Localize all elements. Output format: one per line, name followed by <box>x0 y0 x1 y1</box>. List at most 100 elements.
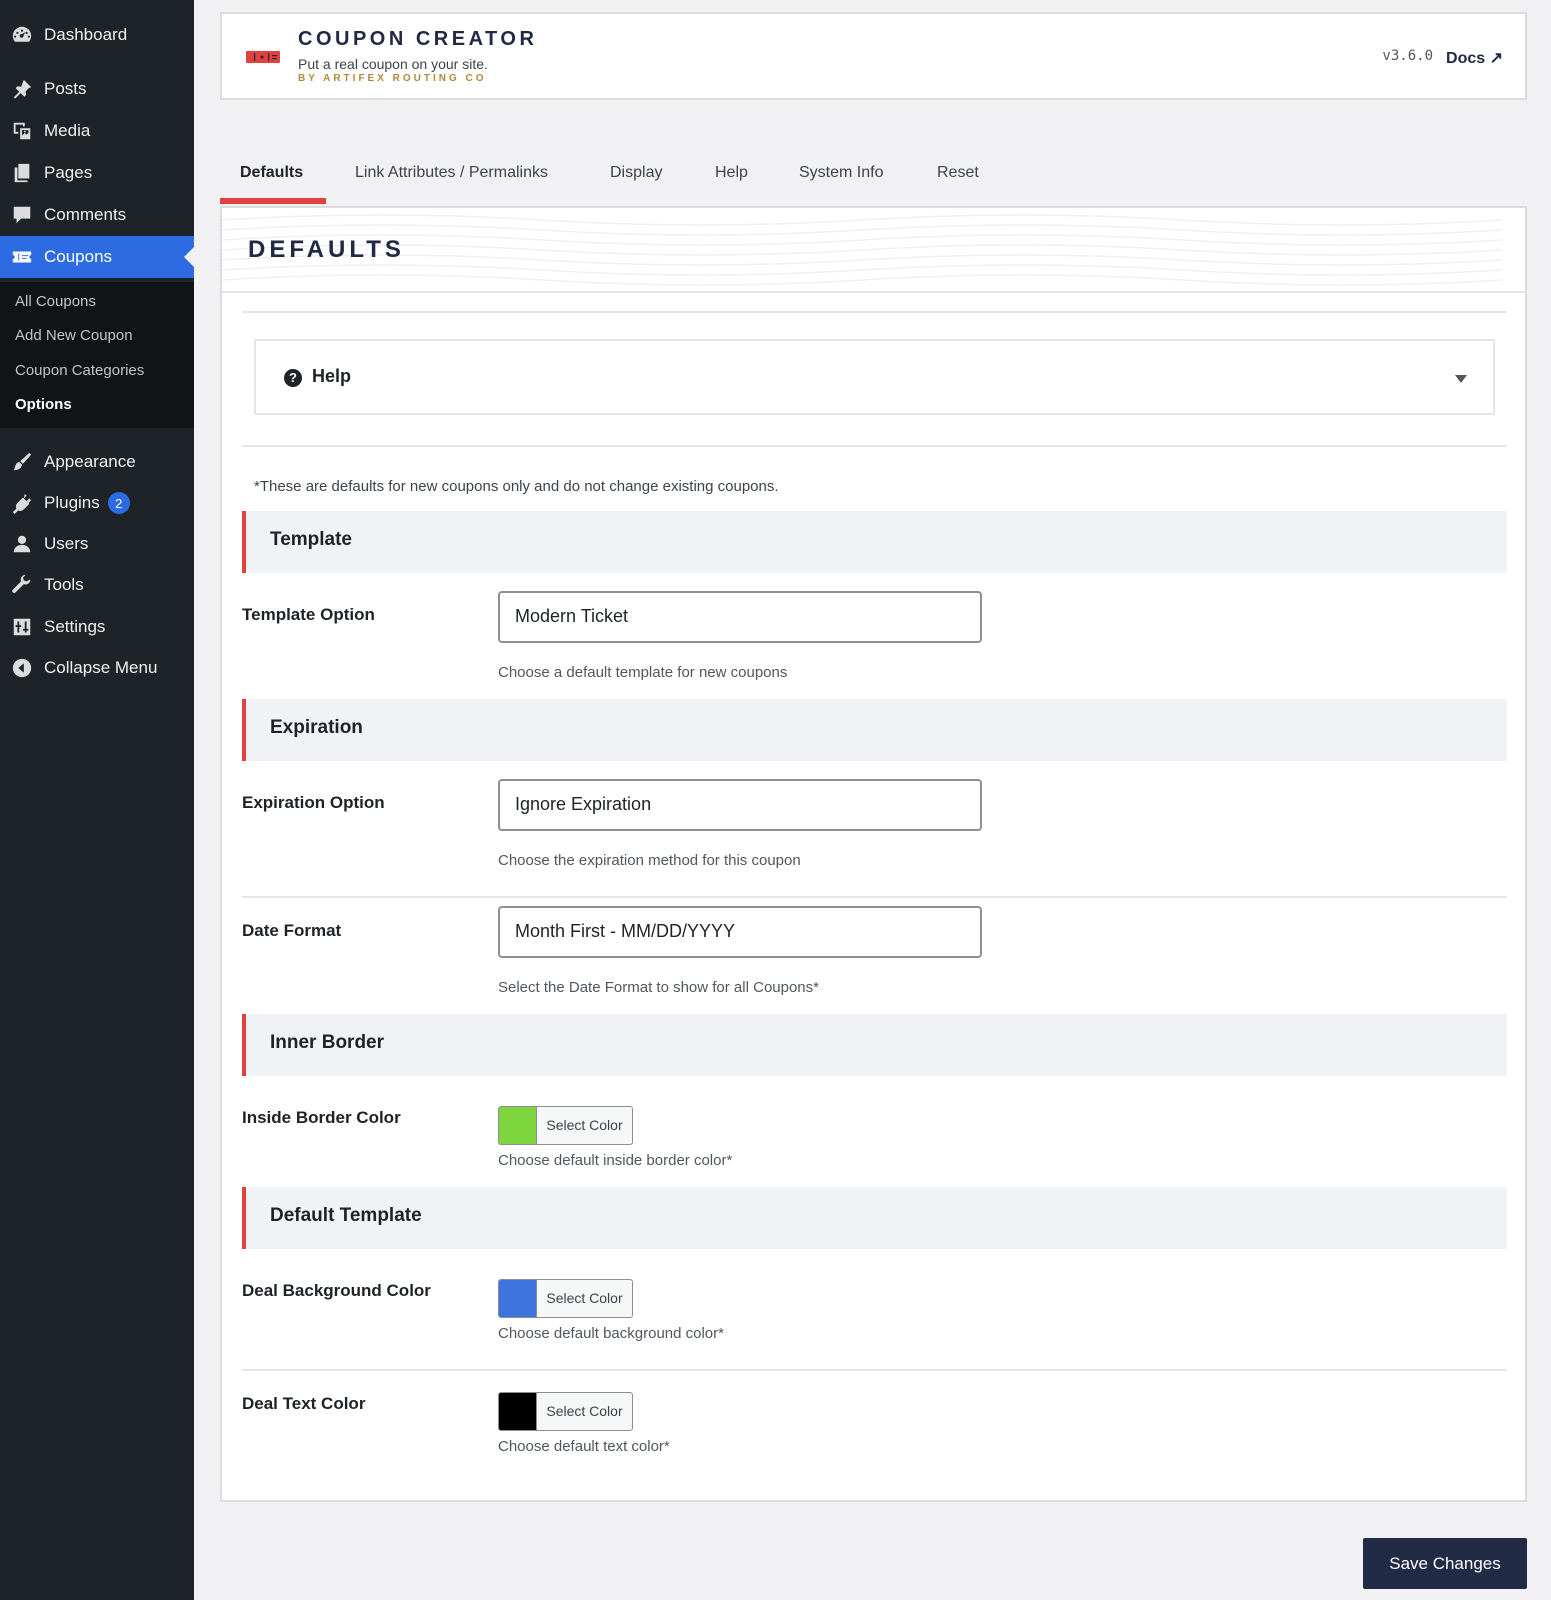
ticket-icon <box>10 245 34 269</box>
submenu-coupon-categories[interactable]: Coupon Categories <box>15 362 144 379</box>
plugins-update-badge: 2 <box>107 492 130 514</box>
deal-background-color-label: Deal Background Color <box>242 1281 431 1300</box>
docs-link[interactable]: Docs ↗ <box>1446 48 1503 68</box>
divider <box>242 445 1507 447</box>
sidebar-item-label: Appearance <box>44 452 136 471</box>
select-color-label: Select Color <box>546 1290 623 1306</box>
submenu-add-new-coupon[interactable]: Add New Coupon <box>15 327 133 344</box>
sidebar-item-settings[interactable]: Settings <box>0 610 194 644</box>
wave-pattern-decoration <box>222 214 1503 286</box>
sidebar-item-appearance[interactable]: Appearance <box>0 445 194 479</box>
defaults-note: *These are defaults for new coupons only… <box>254 478 779 495</box>
wrench-icon <box>10 573 34 597</box>
date-format-label: Date Format <box>242 921 342 940</box>
sidebar-item-label: Tools <box>44 575 84 594</box>
sidebar-item-label: Comments <box>44 205 127 224</box>
collapse-icon <box>10 656 34 680</box>
sidebar-item-tools[interactable]: Tools <box>0 568 194 602</box>
sidebar-item-label: Media <box>44 121 91 140</box>
section-banner: DEFAULTS <box>222 208 1525 293</box>
brand-title: COUPON CREATOR <box>298 28 538 50</box>
help-accordion[interactable]: ? Help <box>254 339 1495 415</box>
color-swatch <box>499 1280 537 1317</box>
date-format-description: Select the Date Format to show for all C… <box>498 979 819 996</box>
admin-sidebar: Dashboard Posts Media Pages Comments Cou… <box>0 0 194 1600</box>
select-color-label: Select Color <box>546 1117 623 1133</box>
sidebar-item-label: Collapse Menu <box>44 658 158 677</box>
brand-byline: BY ARTIFEX ROUTING CO <box>298 73 487 84</box>
sidebar-item-posts[interactable]: Posts <box>0 72 194 106</box>
sliders-icon <box>10 615 34 639</box>
tab-help[interactable]: Help <box>715 150 748 206</box>
tab-link-attributes-permalinks[interactable]: Link Attributes / Permalinks <box>355 150 548 206</box>
submenu-options[interactable]: Options <box>15 396 72 413</box>
coupon-logo-icon <box>246 51 280 63</box>
pages-icon <box>10 161 34 185</box>
sidebar-item-label: Posts <box>44 79 87 98</box>
pin-icon <box>10 77 34 101</box>
sidebar-item-label: Coupons <box>44 247 113 266</box>
comment-icon <box>10 203 34 227</box>
submenu-all-coupons[interactable]: All Coupons <box>15 293 96 310</box>
tab-reset[interactable]: Reset <box>937 150 979 206</box>
inside-border-color-description: Choose default inside border color* <box>498 1152 733 1169</box>
settings-tabs: Defaults Link Attributes / Permalinks Di… <box>220 150 1527 206</box>
section-template: Template <box>242 511 1507 573</box>
sidebar-item-users[interactable]: Users <box>0 527 194 561</box>
template-option-description: Choose a default template for new coupon… <box>498 664 788 681</box>
deal-text-color-picker[interactable]: Select Color <box>498 1392 633 1431</box>
coupons-submenu: All Coupons Add New Coupon Coupon Catego… <box>0 282 194 428</box>
sidebar-item-label: Settings <box>44 617 106 636</box>
sidebar-item-collapse-menu[interactable]: Collapse Menu <box>0 651 194 685</box>
sidebar-item-comments[interactable]: Comments <box>0 198 194 232</box>
section-heading: Inner Border <box>270 1032 385 1053</box>
expiration-option-label: Expiration Option <box>242 793 385 812</box>
deal-text-color-label: Deal Text Color <box>242 1394 366 1413</box>
section-heading: Default Template <box>270 1205 422 1226</box>
sidebar-item-label: Pages <box>44 163 93 182</box>
color-swatch <box>499 1107 537 1144</box>
sidebar-item-pages[interactable]: Pages <box>0 156 194 190</box>
user-icon <box>10 532 34 556</box>
section-heading: Template <box>270 529 353 550</box>
version-label: v3.6.0 <box>1382 48 1433 64</box>
deal-background-color-picker[interactable]: Select Color <box>498 1279 633 1318</box>
sidebar-item-media[interactable]: Media <box>0 114 194 148</box>
section-default-template: Default Template <box>242 1187 1507 1249</box>
defaults-panel: DEFAULTS ? Help *These are defaults for … <box>220 206 1527 1502</box>
tab-system-info[interactable]: System Info <box>799 150 883 206</box>
section-heading: Expiration <box>270 717 363 738</box>
sidebar-item-plugins[interactable]: Plugins 2 <box>0 486 194 520</box>
template-option-label: Template Option <box>242 605 375 624</box>
tab-display[interactable]: Display <box>610 150 662 206</box>
color-swatch <box>499 1393 537 1430</box>
deal-background-color-description: Choose default background color* <box>498 1325 724 1342</box>
save-changes-button[interactable]: Save Changes <box>1363 1538 1527 1589</box>
divider <box>242 896 1507 898</box>
media-icon <box>10 119 34 143</box>
plugin-header: COUPON CREATOR Put a real coupon on your… <box>220 12 1527 100</box>
sidebar-item-coupons[interactable]: Coupons <box>0 236 194 278</box>
brand-tagline: Put a real coupon on your site. <box>298 56 488 72</box>
inside-border-color-picker[interactable]: Select Color <box>498 1106 633 1145</box>
divider <box>242 311 1507 313</box>
sidebar-item-dashboard[interactable]: Dashboard <box>0 18 194 52</box>
active-tab-indicator <box>220 198 326 204</box>
brush-icon <box>10 450 34 474</box>
sidebar-item-label: Users <box>44 534 89 553</box>
question-circle-icon: ? <box>284 369 302 387</box>
plug-icon <box>10 491 34 515</box>
sidebar-item-label: Plugins <box>44 493 100 512</box>
help-accordion-label: Help <box>312 366 352 386</box>
inside-border-color-label: Inside Border Color <box>242 1108 401 1127</box>
date-format-select[interactable]: Month First - MM/DD/YYYY <box>498 906 982 958</box>
divider <box>242 1369 1507 1371</box>
expiration-option-select[interactable]: Ignore Expiration <box>498 779 982 831</box>
section-inner-border: Inner Border <box>242 1014 1507 1076</box>
expiration-option-description: Choose the expiration method for this co… <box>498 852 801 869</box>
dashboard-icon <box>10 23 34 47</box>
section-expiration: Expiration <box>242 699 1507 761</box>
deal-text-color-description: Choose default text color* <box>498 1438 670 1455</box>
template-option-select[interactable]: Modern Ticket <box>498 591 982 643</box>
sidebar-item-label: Dashboard <box>44 25 128 44</box>
